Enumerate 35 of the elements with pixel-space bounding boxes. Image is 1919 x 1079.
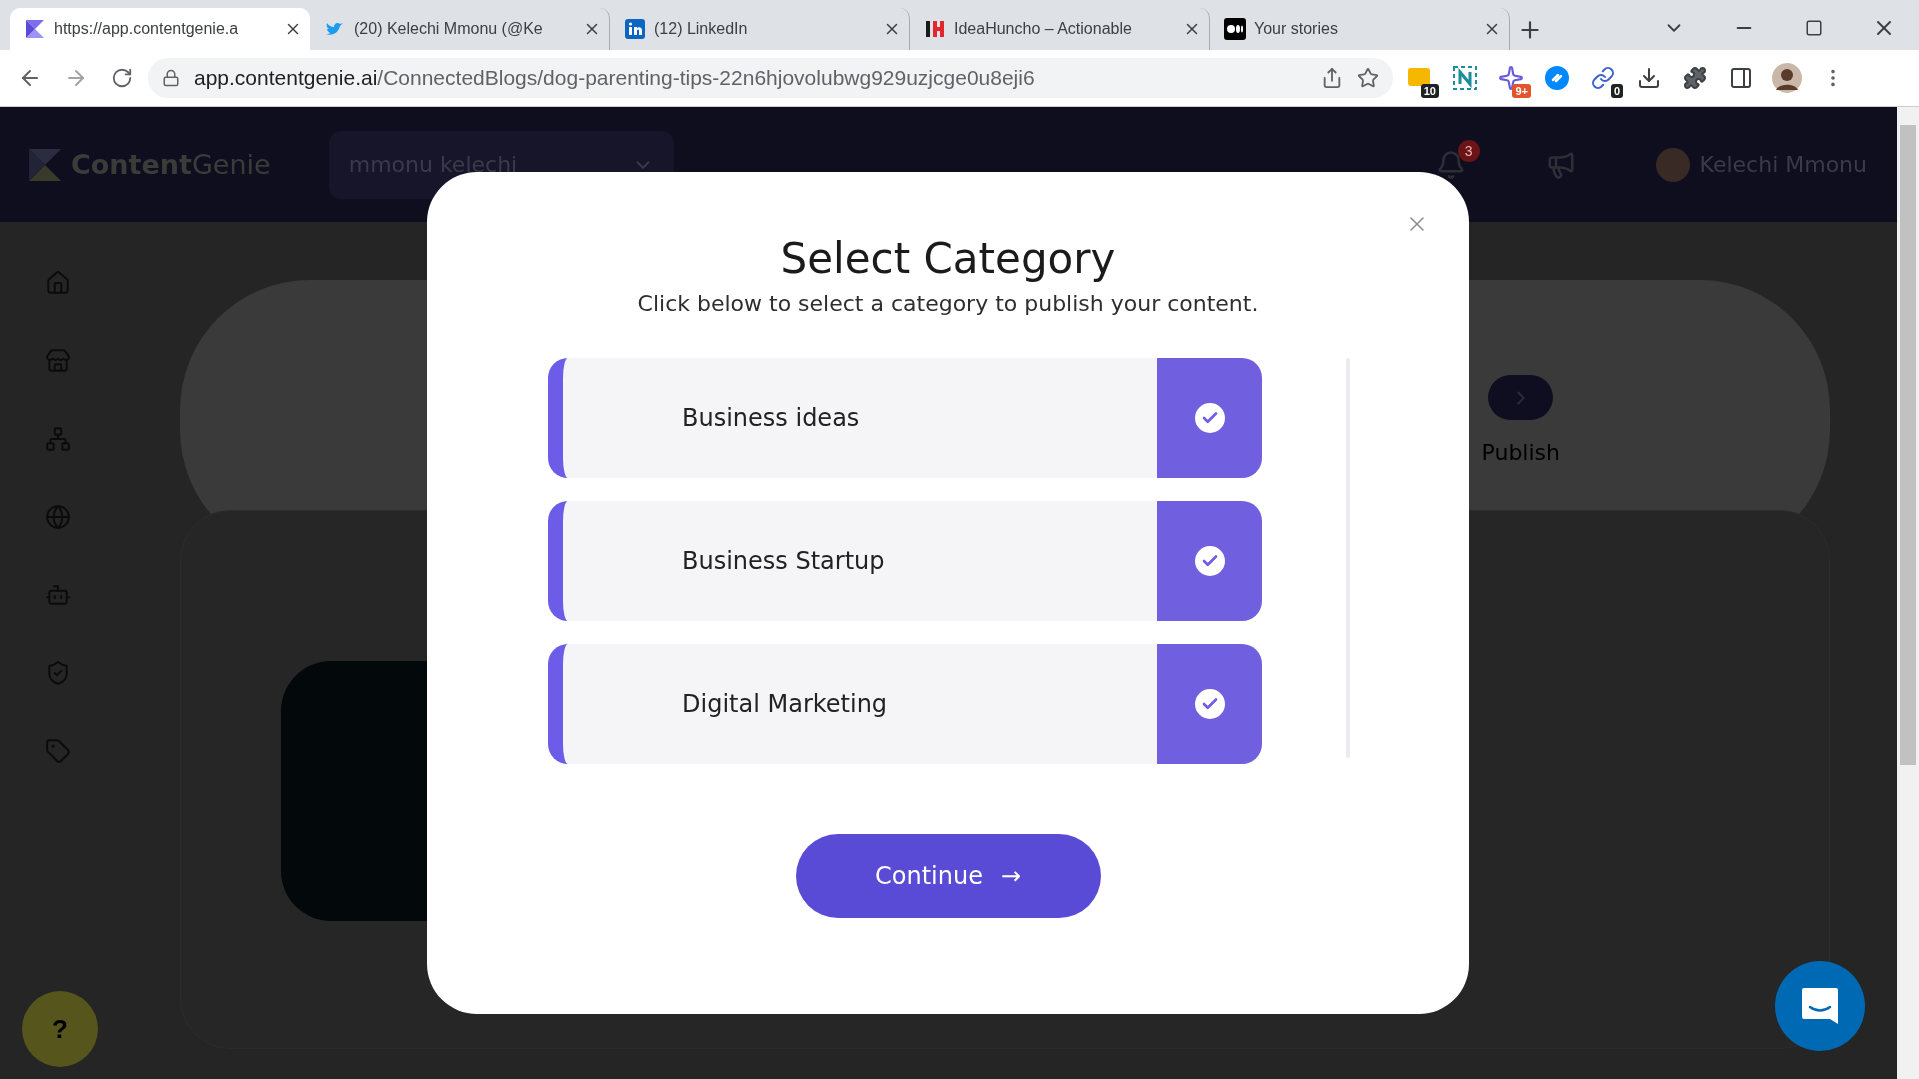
continue-button[interactable]: Continue → xyxy=(795,834,1101,918)
tab-title: (20) Kelechi Mmonu (@Ke xyxy=(354,20,544,38)
extension-badge: 0 xyxy=(1610,84,1623,98)
notification-count: 3 xyxy=(1457,139,1480,162)
tab-title: https://app.contentgenie.a xyxy=(54,20,240,38)
linkedin-logo-icon xyxy=(624,18,646,40)
category-option[interactable]: Business Startup xyxy=(548,501,1262,621)
download-icon xyxy=(1637,66,1661,90)
category-option[interactable]: Digital Marketing xyxy=(548,644,1262,764)
ih-logo-icon xyxy=(924,18,946,40)
tab-title: IdeaHuncho – Actionable xyxy=(954,20,1133,38)
page-scrollbar[interactable] xyxy=(1897,107,1919,1079)
bookmark-star-icon[interactable] xyxy=(1357,67,1379,89)
tab-title: (12) LinkedIn xyxy=(654,20,749,38)
n-frame-icon xyxy=(1452,65,1478,91)
share-icon[interactable] xyxy=(1321,67,1343,89)
s-circle-icon xyxy=(1544,65,1570,91)
restore-icon[interactable] xyxy=(1805,19,1823,37)
lock-icon xyxy=(162,69,180,87)
address-field[interactable]: app.contentgenie.ai/ConnectedBlogs/dog-parenting-tips-22n6hjovolubwg929uzjcge0u8eji6 xyxy=(148,58,1393,98)
extension-badge: 9+ xyxy=(1512,84,1531,98)
browser-tab[interactable]: https://app.contentgenie.a xyxy=(10,8,310,50)
link-icon xyxy=(1591,66,1615,90)
step-label: Publish xyxy=(1481,440,1560,465)
tab-title: Your stories xyxy=(1254,20,1339,38)
category-option[interactable]: Business ideas xyxy=(548,358,1262,478)
dialog-title: Select Category xyxy=(780,234,1116,283)
puzzle-icon xyxy=(1683,66,1707,90)
profile-avatar-icon xyxy=(1772,63,1802,93)
genie-logo-icon xyxy=(24,18,46,40)
extension-badge: 10 xyxy=(1420,84,1439,98)
dialog-subtitle: Click below to select a category to publish your content. xyxy=(637,291,1259,316)
medium-logo-icon xyxy=(1224,18,1246,40)
side-panel-icon xyxy=(1729,66,1753,90)
reload-icon[interactable] xyxy=(111,67,133,89)
